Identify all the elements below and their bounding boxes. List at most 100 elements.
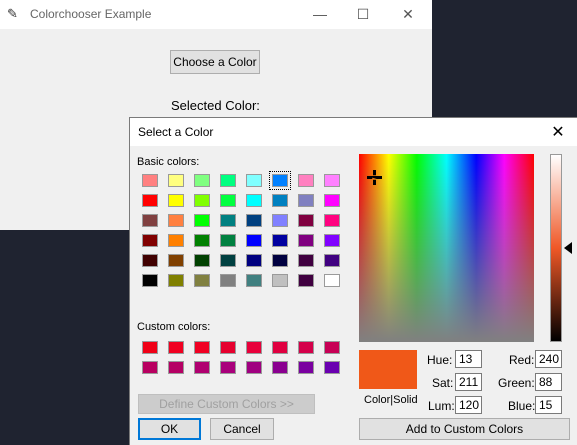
color-swatch[interactable] (194, 174, 210, 187)
choose-color-button[interactable]: Choose a Color (170, 50, 260, 74)
color-swatch[interactable] (194, 341, 210, 354)
color-swatch[interactable] (298, 254, 314, 267)
color-swatch[interactable] (272, 194, 288, 207)
color-swatch[interactable] (246, 361, 262, 374)
color-swatch[interactable] (272, 234, 288, 247)
color-solid-label: Color|Solid (364, 394, 418, 406)
color-swatch[interactable] (142, 361, 158, 374)
blue-label: Blue: (508, 399, 536, 413)
luminance-arrow-icon[interactable] (564, 242, 572, 254)
custom-colors-grid (142, 341, 340, 374)
color-swatch[interactable] (324, 214, 340, 227)
color-swatch[interactable] (142, 174, 158, 187)
color-swatch[interactable] (246, 341, 262, 354)
custom-colors-label: Custom colors: (137, 321, 211, 333)
color-swatch[interactable] (324, 254, 340, 267)
hue-input[interactable]: 13 (455, 350, 482, 368)
dialog-titlebar: Select a Color ✕ (130, 118, 577, 146)
color-swatch[interactable] (324, 234, 340, 247)
color-swatch[interactable] (194, 194, 210, 207)
color-swatch[interactable] (324, 341, 340, 354)
ok-button[interactable]: OK (138, 418, 201, 440)
color-swatch[interactable] (246, 174, 262, 187)
color-swatch[interactable] (246, 234, 262, 247)
sat-input[interactable]: 211 (455, 373, 482, 391)
color-swatch[interactable] (272, 214, 288, 227)
color-swatch[interactable] (142, 234, 158, 247)
color-swatch[interactable] (168, 194, 184, 207)
basic-colors-label: Basic colors: (137, 156, 200, 168)
color-swatch[interactable] (168, 361, 184, 374)
color-swatch[interactable] (272, 274, 288, 287)
color-swatch[interactable] (298, 174, 314, 187)
color-swatch[interactable] (194, 254, 210, 267)
blue-input[interactable]: 15 (535, 396, 562, 414)
lum-label: Lum: (428, 399, 455, 413)
close-button[interactable]: ✕ (388, 3, 428, 25)
hue-label: Hue: (427, 353, 453, 367)
color-swatch[interactable] (272, 254, 288, 267)
color-swatch[interactable] (168, 234, 184, 247)
main-titlebar: ✎ Colorchooser Example — ☐ ✕ (0, 0, 432, 29)
sat-label: Sat: (432, 376, 454, 390)
color-swatch[interactable] (142, 194, 158, 207)
color-swatch[interactable] (246, 194, 262, 207)
color-swatch[interactable] (142, 254, 158, 267)
lum-input[interactable]: 120 (455, 396, 482, 414)
color-swatch[interactable] (269, 171, 291, 190)
color-swatch[interactable] (298, 341, 314, 354)
color-swatch[interactable] (246, 274, 262, 287)
cancel-button[interactable]: Cancel (210, 418, 274, 440)
color-swatch[interactable] (220, 341, 236, 354)
color-swatch[interactable] (194, 234, 210, 247)
define-custom-colors-button[interactable]: Define Custom Colors >> (138, 394, 315, 414)
color-swatch[interactable] (142, 341, 158, 354)
color-swatch[interactable] (246, 254, 262, 267)
add-to-custom-colors-button[interactable]: Add to Custom Colors (359, 418, 570, 440)
color-swatch[interactable] (298, 234, 314, 247)
color-swatch[interactable] (168, 341, 184, 354)
color-swatch[interactable] (324, 274, 340, 287)
color-swatch[interactable] (272, 361, 288, 374)
color-swatch[interactable] (142, 214, 158, 227)
green-label: Green: (498, 376, 535, 390)
color-swatch[interactable] (298, 194, 314, 207)
color-swatch[interactable] (194, 361, 210, 374)
color-swatch[interactable] (220, 361, 236, 374)
crosshair-icon[interactable] (367, 170, 382, 185)
color-swatch[interactable] (194, 214, 210, 227)
color-preview (359, 350, 417, 389)
color-swatch[interactable] (324, 194, 340, 207)
color-swatch[interactable] (246, 214, 262, 227)
color-swatch[interactable] (168, 274, 184, 287)
color-swatch[interactable] (298, 214, 314, 227)
red-input[interactable]: 240 (535, 350, 562, 368)
window-title: Colorchooser Example (30, 7, 152, 21)
color-swatch[interactable] (220, 254, 236, 267)
color-swatch[interactable] (142, 274, 158, 287)
color-swatch[interactable] (168, 174, 184, 187)
minimize-button[interactable]: — (300, 3, 340, 25)
luminance-slider[interactable] (550, 154, 562, 342)
color-swatch[interactable] (272, 341, 288, 354)
color-swatch[interactable] (168, 214, 184, 227)
color-swatch[interactable] (220, 234, 236, 247)
color-swatch[interactable] (220, 174, 236, 187)
color-swatch[interactable] (298, 274, 314, 287)
dialog-close-button[interactable]: ✕ (545, 121, 571, 143)
green-input[interactable]: 88 (535, 373, 562, 391)
color-swatch[interactable] (298, 361, 314, 374)
color-swatch[interactable] (194, 274, 210, 287)
color-swatch[interactable] (220, 274, 236, 287)
color-swatch[interactable] (220, 194, 236, 207)
selected-color-label: Selected Color: (171, 98, 260, 113)
maximize-button[interactable]: ☐ (343, 3, 383, 25)
dialog-title: Select a Color (138, 125, 214, 139)
color-swatch[interactable] (324, 361, 340, 374)
feather-icon: ✎ (7, 6, 18, 21)
color-spectrum[interactable] (359, 154, 534, 342)
color-swatch[interactable] (220, 214, 236, 227)
color-swatch[interactable] (168, 254, 184, 267)
basic-colors-grid (142, 171, 340, 287)
color-swatch[interactable] (324, 174, 340, 187)
